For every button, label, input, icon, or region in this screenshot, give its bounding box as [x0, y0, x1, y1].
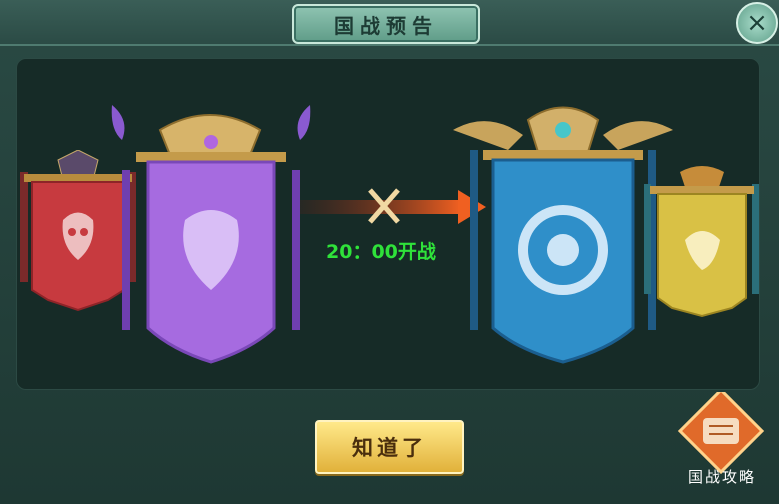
close-icon: ×	[746, 8, 768, 38]
yellow-faction-banner	[644, 166, 759, 318]
close-button[interactable]: ×	[736, 2, 778, 44]
dialog-header: 国战预告 ×	[0, 0, 779, 46]
guide-label[interactable]: 国战攻略	[670, 466, 774, 487]
confirm-label: 知道了	[352, 436, 427, 460]
title-plate: 国战预告	[292, 4, 480, 44]
purple-faction-banner	[111, 105, 311, 364]
confirm-button[interactable]: 知道了	[315, 420, 464, 474]
dialog-title: 国战预告	[334, 13, 438, 38]
scroll-guide-icon	[703, 418, 739, 444]
countdown-label: 20：00开战	[326, 241, 436, 263]
war-preview-dialog: 国战预告 × 20：00开战 知道了 国战攻略	[0, 0, 779, 504]
